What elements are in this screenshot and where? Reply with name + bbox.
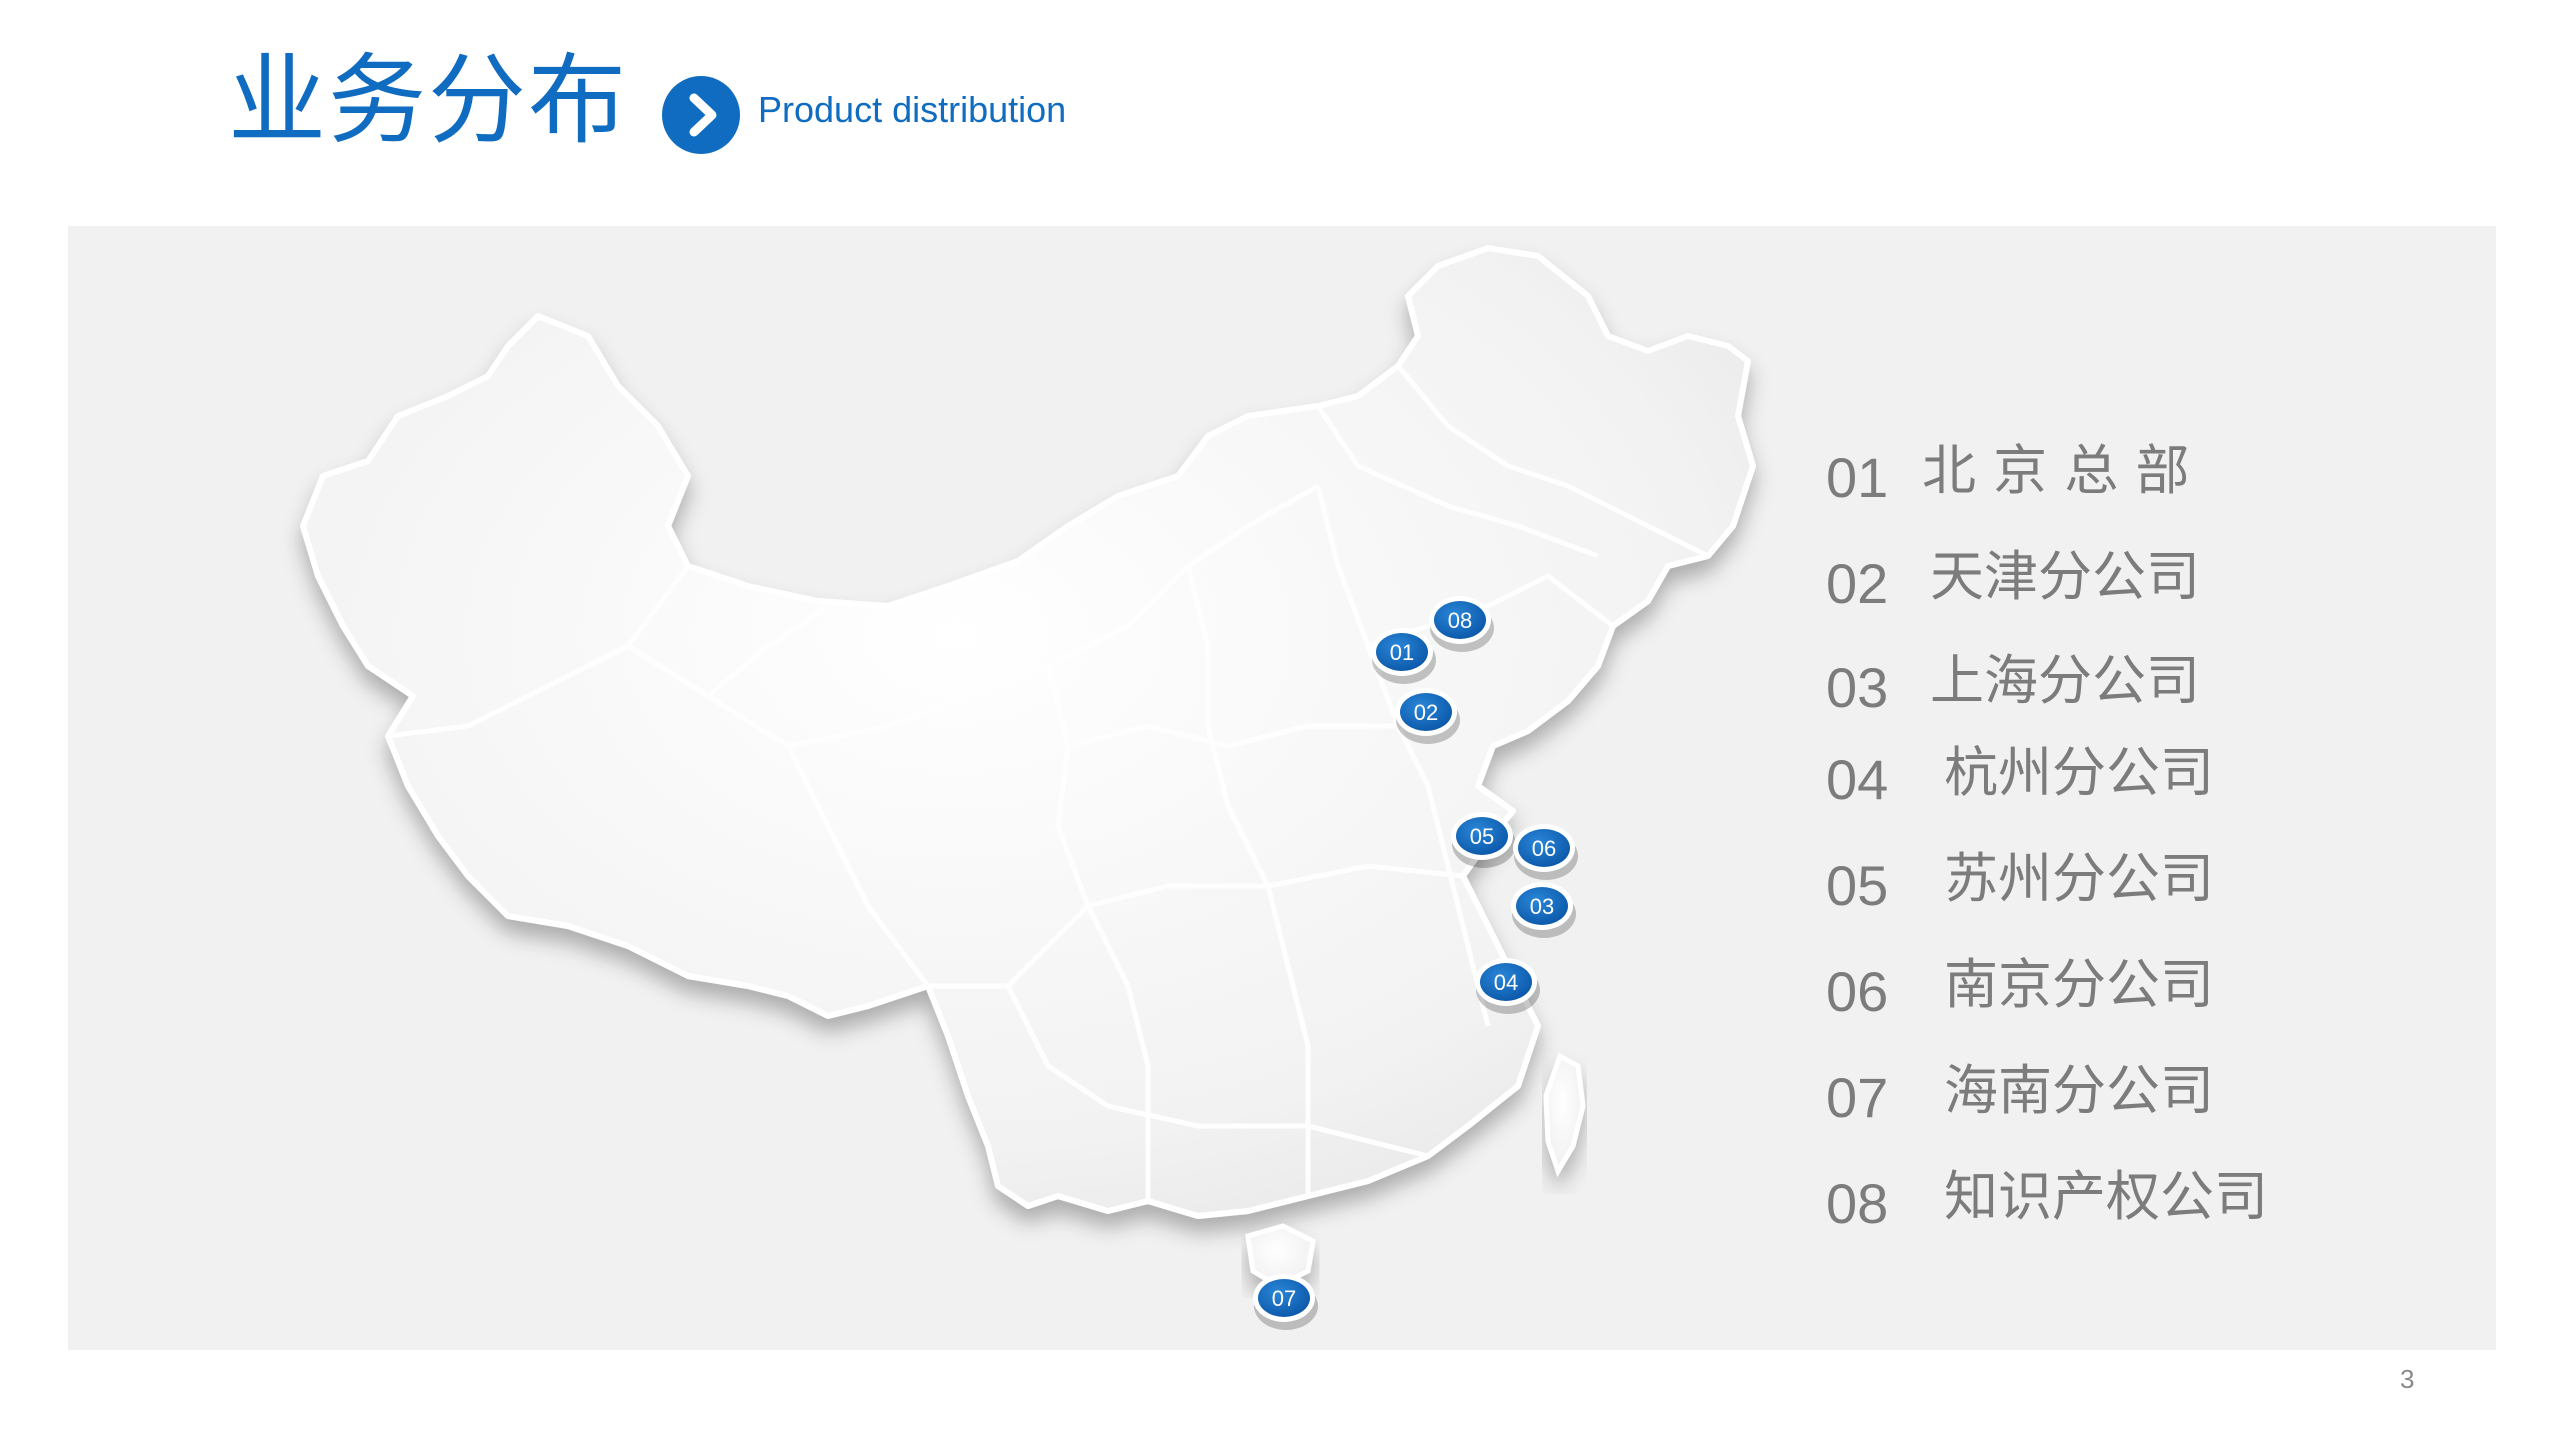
legend-number: 07 [1826,1066,1889,1129]
taiwan-shape [1543,1052,1586,1177]
page-subtitle: Product distribution [758,89,1067,130]
legend-number: 02 [1826,552,1889,615]
legend-number: 08 [1826,1172,1889,1235]
map-marker-03[interactable]: 03 [1511,882,1576,938]
map-marker-04[interactable]: 04 [1475,958,1540,1014]
legend-name: 苏州分公司 [1944,847,2214,910]
marker-label: 01 [1390,640,1414,665]
map-marker-06[interactable]: 06 [1513,824,1578,880]
legend-number: 01 [1826,446,1889,509]
marker-label: 05 [1470,824,1494,849]
marker-label: 08 [1448,608,1472,633]
page-number: 3 [2400,1364,2415,1394]
marker-label: 02 [1414,700,1438,725]
legend-name: 知识产权公司 [1944,1165,2268,1228]
chevron-right-circle-icon [662,76,740,154]
page-title: 业务分布 [228,44,629,158]
legend-number: 04 [1826,748,1889,811]
legend-name: 上海分公司 [1930,649,2200,712]
legend-number: 05 [1826,854,1889,917]
mainland-shape [300,245,1756,1219]
legend-name: 海南分公司 [1944,1059,2214,1122]
marker-label: 06 [1532,836,1556,861]
map-marker-07[interactable]: 07 [1253,1274,1318,1330]
legend-name: 南京分公司 [1944,953,2214,1016]
marker-label: 07 [1272,1286,1296,1311]
legend-name: 杭州分公司 [1944,741,2214,804]
legend-name: 天津分公司 [1930,545,2200,608]
marker-label: 03 [1530,894,1554,919]
legend-number: 03 [1826,656,1889,719]
marker-label: 04 [1494,970,1518,995]
legend-name: 北 京 总 部 [1922,439,2190,502]
legend-number: 06 [1826,960,1889,1023]
